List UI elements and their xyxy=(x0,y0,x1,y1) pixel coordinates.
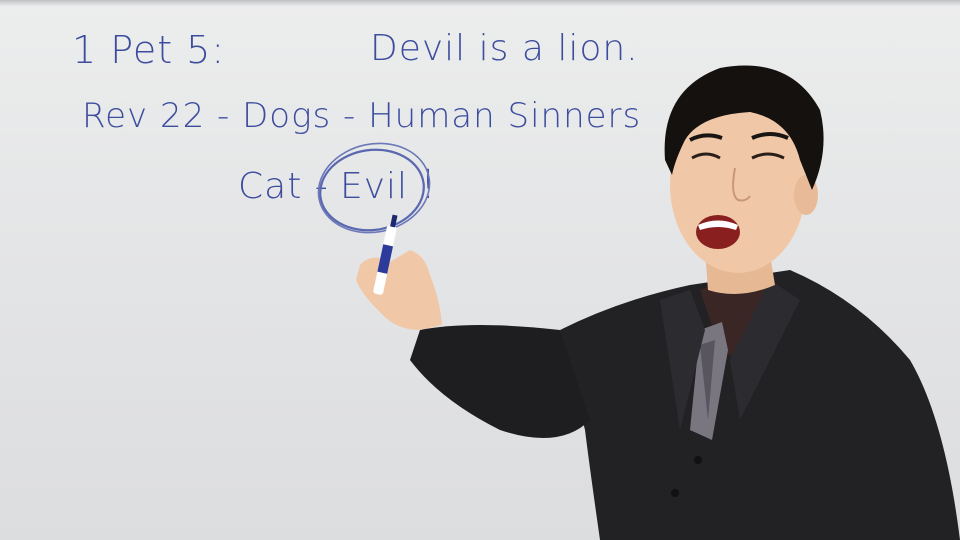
person-presenter xyxy=(356,65,960,540)
mouth xyxy=(696,215,740,249)
scene-illustration xyxy=(317,65,960,540)
video-frame: 1 Pet 5: Devil is a lion. Rev 22 - Dogs … xyxy=(0,0,960,540)
pointing-hand xyxy=(356,250,442,330)
suit-arm xyxy=(410,325,590,438)
evil-circle-mark xyxy=(317,142,431,234)
